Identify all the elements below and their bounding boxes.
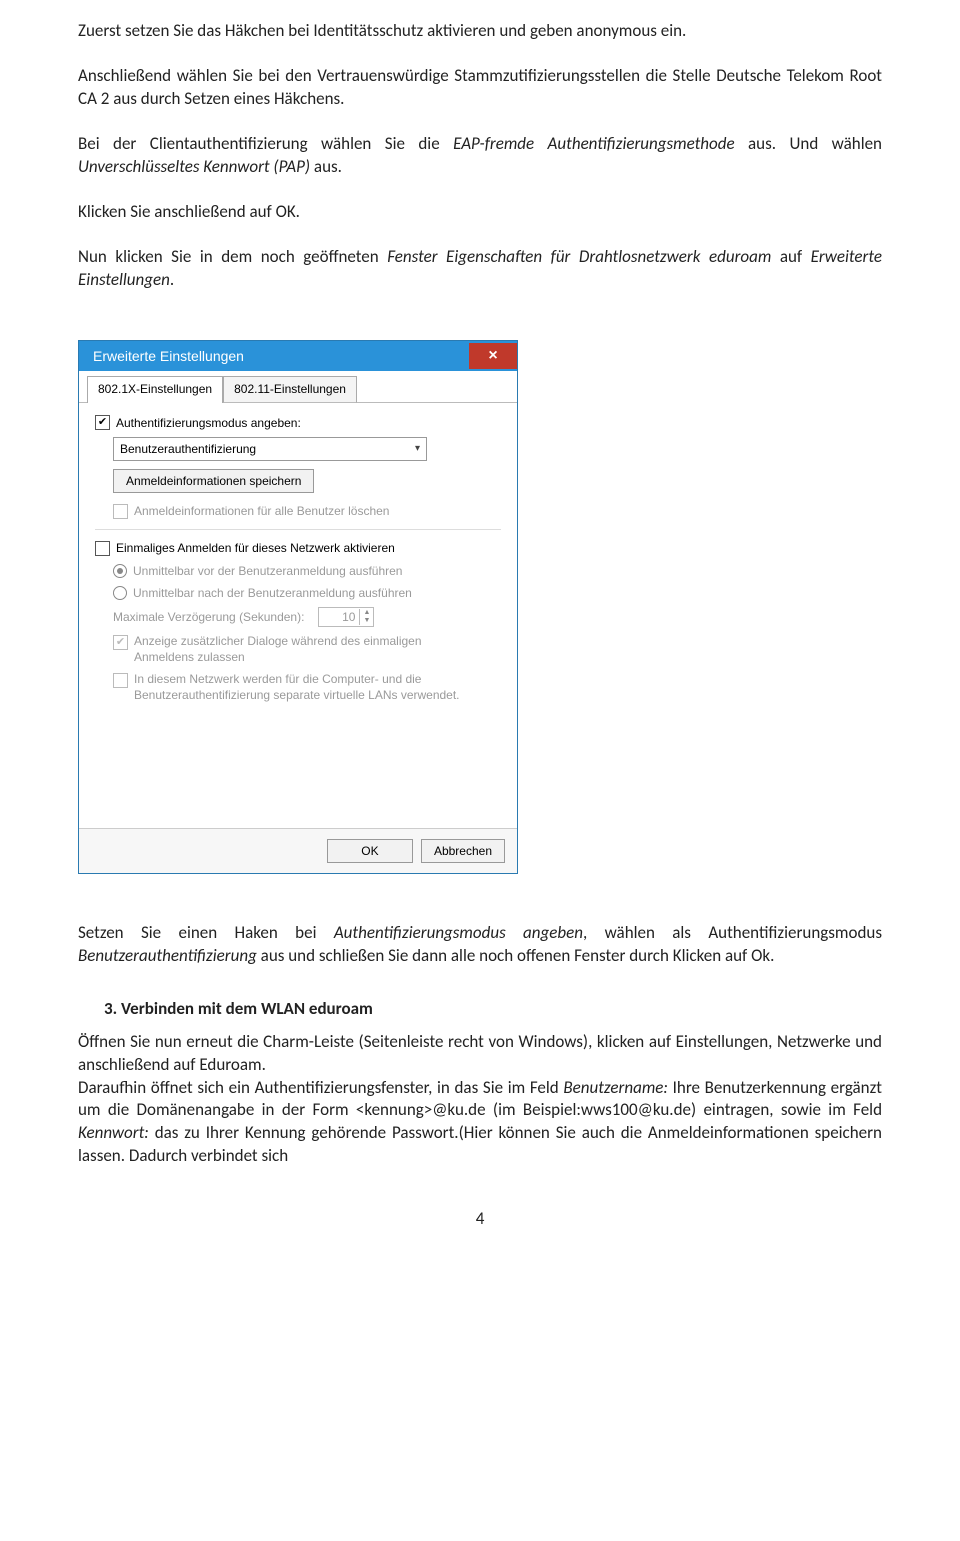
checkbox-authmode[interactable]: ✔ xyxy=(95,415,110,430)
italic-text: Authentifizierungsmodus angeben xyxy=(334,922,583,943)
row-max-delay: Maximale Verzögerung (Sekunden): ▲ ▼ xyxy=(113,607,501,627)
row-savecred: Anmeldeinformationen speichern xyxy=(113,469,501,493)
text: aus. xyxy=(310,156,342,177)
label-separate-vlans: In diesem Netzwerk werden für die Comput… xyxy=(134,671,464,703)
paragraph: Anschließend wählen Sie bei den Vertraue… xyxy=(78,65,882,111)
text: , wählen als Authentifizierungsmodus xyxy=(583,922,882,943)
text: Anschließend wählen Sie bei den Vertraue… xyxy=(78,65,882,109)
label-radio-after: Unmittelbar nach der Benutzeranmeldung a… xyxy=(133,585,412,601)
save-credentials-button[interactable]: Anmeldeinformationen speichern xyxy=(113,469,314,493)
paragraph: Klicken Sie anschließend auf OK. xyxy=(78,201,882,224)
dialog-spacer xyxy=(95,710,501,820)
document-page: Zuerst setzen Sie das Häkchen bei Identi… xyxy=(0,0,960,1271)
close-button[interactable]: × xyxy=(469,343,517,369)
dialog-body: ✔ Authentifizierungsmodus angeben: Benut… xyxy=(79,403,517,828)
italic-text: Unverschlüsseltes Kennwort (PAP) xyxy=(78,156,310,177)
paragraph: Öffnen Sie nun erneut die Charm-Leiste (… xyxy=(78,1031,882,1077)
radio-before-logon xyxy=(113,564,127,578)
dialog-title: Erweiterte Einstellungen xyxy=(93,347,244,366)
page-number: 4 xyxy=(78,1208,882,1231)
label-max-delay: Maximale Verzögerung (Sekunden): xyxy=(113,609,304,625)
max-delay-input xyxy=(319,608,359,626)
advanced-settings-dialog: Erweiterte Einstellungen × 802.1X-Einste… xyxy=(78,340,518,874)
text: Setzen Sie einen Haken bei xyxy=(78,922,334,943)
row-separate-vlans: In diesem Netzwerk werden für die Comput… xyxy=(113,671,501,703)
checkbox-delete-cred xyxy=(113,504,128,519)
authmode-combobox[interactable]: Benutzerauthentifizierung ▾ xyxy=(113,437,427,461)
checkbox-allow-dialogs: ✔ xyxy=(113,635,128,650)
italic-text: Fenster Eigenschaften für Drahtlosnetzwe… xyxy=(387,246,771,267)
paragraph: Setzen Sie einen Haken bei Authentifizie… xyxy=(78,922,882,968)
text: Bei der Clientauthentifizierung wählen S… xyxy=(78,133,453,154)
separator xyxy=(95,529,501,530)
combobox-value: Benutzerauthentifizierung xyxy=(120,441,256,457)
label-authmode: Authentifizierungsmodus angeben: xyxy=(116,415,301,431)
checkbox-separate-vlans xyxy=(113,673,128,688)
radio-after-logon xyxy=(113,586,127,600)
italic-text: EAP-fremde Authentifizierungsmethode xyxy=(453,133,735,154)
dialog-titlebar[interactable]: Erweiterte Einstellungen × xyxy=(79,341,517,372)
row-authmode: ✔ Authentifizierungsmodus angeben: xyxy=(95,415,501,431)
text: Nun klicken Sie in dem noch geöffneten xyxy=(78,246,387,267)
text: Zuerst setzen Sie das Häkchen bei Identi… xyxy=(78,20,686,41)
text: Daraufhin öffnet sich ein Authentifizier… xyxy=(78,1077,563,1098)
text: aus und schließen Sie dann alle noch off… xyxy=(257,945,775,966)
chevron-down-icon: ▾ xyxy=(415,442,420,456)
label-allow-dialogs: Anzeige zusätzlicher Dialoge während des… xyxy=(134,633,464,665)
ok-button[interactable]: OK xyxy=(327,839,413,863)
label-sso: Einmaliges Anmelden für dieses Netzwerk … xyxy=(116,540,395,556)
close-icon: × xyxy=(488,345,497,367)
row-authmode-combo: Benutzerauthentifizierung ▾ xyxy=(113,437,501,461)
row-delete-cred: Anmeldeinformationen für alle Benutzer l… xyxy=(113,503,501,519)
checkbox-sso[interactable] xyxy=(95,541,110,556)
spinner-up-icon: ▲ xyxy=(360,609,373,617)
max-delay-spinner: ▲ ▼ xyxy=(318,607,374,627)
text: Klicken Sie anschließend auf OK. xyxy=(78,201,300,222)
cancel-button[interactable]: Abbrechen xyxy=(421,839,505,863)
italic-text: Kennwort: xyxy=(78,1122,149,1143)
paragraph: Daraufhin öffnet sich ein Authentifizier… xyxy=(78,1077,882,1169)
text: . xyxy=(170,269,174,290)
row-radio-before: Unmittelbar vor der Benutzeranmeldung au… xyxy=(113,563,501,579)
text: Öffnen Sie nun erneut die Charm-Leiste (… xyxy=(78,1031,882,1075)
section-heading: 3. Verbinden mit dem WLAN eduroam xyxy=(104,998,882,1021)
italic-text: Benutzerauthentifizierung xyxy=(78,945,257,966)
row-sso: Einmaliges Anmelden für dieses Netzwerk … xyxy=(95,540,501,556)
tab-8021x[interactable]: 802.1X-Einstellungen xyxy=(87,376,223,402)
text: auf xyxy=(771,246,810,267)
text: das zu Ihrer Kennung gehörende Passwort.… xyxy=(78,1122,882,1166)
paragraph: Nun klicken Sie in dem noch geöffneten F… xyxy=(78,246,882,292)
spinner-down-icon: ▼ xyxy=(360,617,373,625)
tab-strip: 802.1X-Einstellungen 802.11-Einstellunge… xyxy=(79,371,517,402)
row-allow-dialogs: ✔ Anzeige zusätzlicher Dialoge während d… xyxy=(113,633,501,665)
label-delete-cred: Anmeldeinformationen für alle Benutzer l… xyxy=(134,503,389,519)
row-radio-after: Unmittelbar nach der Benutzeranmeldung a… xyxy=(113,585,501,601)
paragraph: Zuerst setzen Sie das Häkchen bei Identi… xyxy=(78,20,882,43)
italic-text: Benutzername: xyxy=(563,1077,668,1098)
spinner-buttons: ▲ ▼ xyxy=(359,609,373,625)
dialog-footer: OK Abbrechen xyxy=(79,828,517,873)
text: aus. Und wählen xyxy=(735,133,882,154)
paragraph: Bei der Clientauthentifizierung wählen S… xyxy=(78,133,882,179)
label-radio-before: Unmittelbar vor der Benutzeranmeldung au… xyxy=(133,563,402,579)
tab-80211[interactable]: 802.11-Einstellungen xyxy=(223,376,357,402)
